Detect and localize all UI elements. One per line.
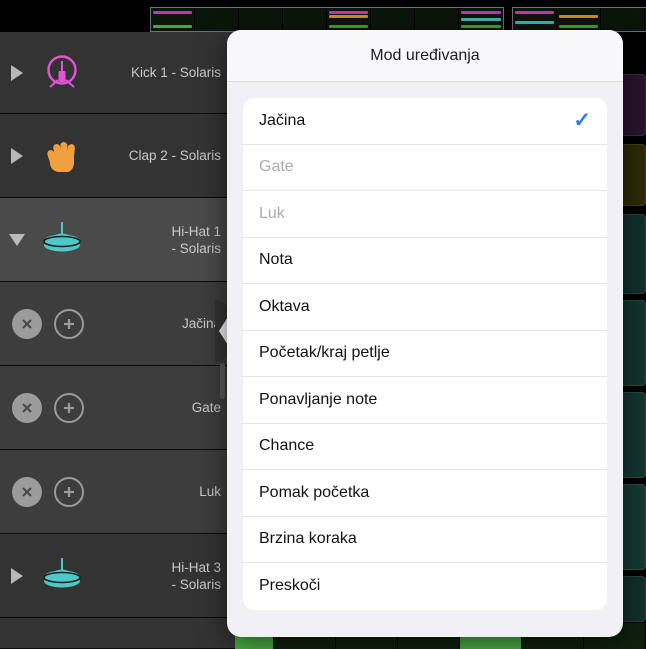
track-name-label: Hi-Hat 3- Solaris: [171, 559, 221, 592]
lane-buttons: [0, 476, 90, 507]
overview-note-bar: [461, 25, 501, 28]
overview-cell[interactable]: [283, 8, 327, 31]
sidebar-scrollbar-thumb[interactable]: [220, 363, 225, 399]
edit-mode-item-label: Početak/kraj petlje: [259, 344, 390, 362]
overview-note-bar: [153, 11, 192, 14]
overview-left-spacer: [0, 7, 150, 32]
lane-buttons: [0, 308, 90, 339]
edit-mode-item-label: Chance: [259, 437, 315, 455]
overview-note-bar: [461, 11, 501, 14]
edit-mode-item-label: Gate: [259, 158, 294, 176]
track-row[interactable]: Hi-Hat 3- Solaris: [0, 534, 235, 618]
edit-mode-item-label: Ponavljanje note: [259, 390, 378, 408]
popover-body: Jačina ✓ Gate Luk Nota Oktava Početak/kraj pet…: [227, 82, 623, 637]
chevron-down-icon[interactable]: [0, 233, 34, 246]
edit-mode-item-1: Gate: [243, 145, 607, 191]
arrangement-region[interactable]: [620, 74, 646, 136]
track-name-label: Clap 2 - Solaris: [128, 148, 221, 163]
overview-cell[interactable]: [415, 8, 459, 31]
lane-name-label: Jačina: [181, 316, 221, 331]
edit-mode-item-7[interactable]: Chance: [243, 424, 607, 470]
overview-note-bar: [329, 15, 368, 18]
overview-note-bar: [329, 11, 368, 14]
overview-cell[interactable]: [327, 8, 371, 31]
overview-note-bar: [329, 25, 368, 28]
arrangement-region[interactable]: [620, 300, 646, 386]
edit-mode-item-10[interactable]: Preskoči: [243, 563, 607, 610]
edit-mode-item-label: Luk: [259, 204, 285, 222]
chevron-right-icon[interactable]: [0, 147, 34, 164]
overview-gap: [504, 7, 512, 32]
overview-pattern[interactable]: [150, 7, 504, 32]
overview-note-bar: [559, 25, 598, 28]
arrangement-region[interactable]: [620, 484, 646, 570]
automation-lane-row[interactable]: Gate: [0, 366, 235, 450]
timeline-ruler: [0, 0, 646, 7]
track-row[interactable]: [0, 618, 235, 649]
track-name-label: Kick 1 - Solaris: [130, 65, 221, 80]
overview-cell[interactable]: [459, 8, 503, 31]
automation-lane-row[interactable]: Luk: [0, 450, 235, 534]
plus-circle-icon[interactable]: [54, 476, 84, 507]
clap-hand-icon: [34, 134, 90, 178]
close-circle-icon[interactable]: [12, 392, 42, 423]
arrangement-region[interactable]: [620, 576, 646, 622]
close-circle-icon[interactable]: [12, 308, 42, 339]
edit-mode-item-3[interactable]: Nota: [243, 238, 607, 284]
edit-mode-item-label: Oktava: [259, 297, 310, 315]
lane-name-label: Luk: [199, 484, 221, 499]
plus-circle-icon[interactable]: [54, 308, 84, 339]
track-name-label: Hi-Hat 1- Solaris: [171, 223, 221, 256]
overview-pattern[interactable]: [512, 7, 646, 32]
edit-mode-item-2: Luk: [243, 191, 607, 238]
plus-circle-icon[interactable]: [54, 392, 84, 423]
edit-mode-item-0[interactable]: Jačina ✓: [243, 98, 607, 145]
arrangement-region[interactable]: [620, 144, 646, 206]
overview-cell[interactable]: [195, 8, 239, 31]
edit-mode-item-4[interactable]: Oktava: [243, 284, 607, 331]
chevron-right-icon[interactable]: [0, 64, 34, 81]
track-list-sidebar[interactable]: Kick 1 - Solaris Clap 2 - Solaris Hi-Hat 1…: [0, 32, 235, 649]
overview-cell[interactable]: [601, 8, 645, 31]
hi-hat-cymbal-icon: [34, 220, 90, 260]
automation-lane-row[interactable]: Jačina: [0, 282, 235, 366]
arrangement-region[interactable]: [620, 214, 646, 294]
edit-mode-item-6[interactable]: Ponavljanje note: [243, 377, 607, 424]
overview-cell[interactable]: [239, 8, 283, 31]
overview-cell[interactable]: [557, 8, 601, 31]
edit-mode-item-8[interactable]: Pomak početka: [243, 470, 607, 517]
popover-title: Mod uređivanja: [227, 30, 623, 82]
overview-note-bar: [153, 25, 192, 28]
track-row[interactable]: Clap 2 - Solaris: [0, 114, 235, 198]
pattern-overview-strip[interactable]: [0, 7, 646, 32]
edit-mode-item-label: Pomak početka: [259, 483, 370, 501]
lane-name-label: Gate: [191, 400, 221, 415]
overview-note-bar: [515, 21, 554, 24]
chevron-right-icon[interactable]: [0, 567, 34, 584]
track-row[interactable]: Kick 1 - Solaris: [0, 32, 235, 114]
edit-mode-item-label: Preskoči: [259, 577, 321, 595]
hi-hat-cymbal-icon: [34, 556, 90, 596]
overview-note-bar: [559, 15, 598, 18]
overview-note-bar: [461, 18, 501, 21]
lane-buttons: [0, 392, 90, 423]
edit-mode-item-label: Jačina: [259, 111, 306, 129]
track-row[interactable]: Hi-Hat 1- Solaris: [0, 198, 235, 282]
overview-cell[interactable]: [151, 8, 195, 31]
edit-mode-item-5[interactable]: Početak/kraj petlje: [243, 331, 607, 377]
close-circle-icon[interactable]: [12, 476, 42, 507]
sequencer-screen: Kick 1 - Solaris Clap 2 - Solaris Hi-Hat 1…: [0, 0, 646, 649]
overview-note-bar: [515, 11, 554, 14]
overview-cell[interactable]: [371, 8, 415, 31]
edit-mode-popover[interactable]: Mod uređivanja Jačina ✓ Gate Luk Nota Oktava P…: [227, 30, 623, 637]
overview-cell[interactable]: [513, 8, 557, 31]
edit-mode-item-label: Brzina koraka: [259, 530, 357, 548]
edit-mode-list[interactable]: Jačina ✓ Gate Luk Nota Oktava Početak/kraj pet…: [243, 98, 607, 610]
arrangement-region[interactable]: [620, 392, 646, 478]
checkmark-icon: ✓: [573, 109, 591, 133]
edit-mode-item-label: Nota: [259, 251, 293, 269]
edit-mode-item-9[interactable]: Brzina koraka: [243, 517, 607, 563]
kick-drum-icon: [34, 51, 90, 95]
